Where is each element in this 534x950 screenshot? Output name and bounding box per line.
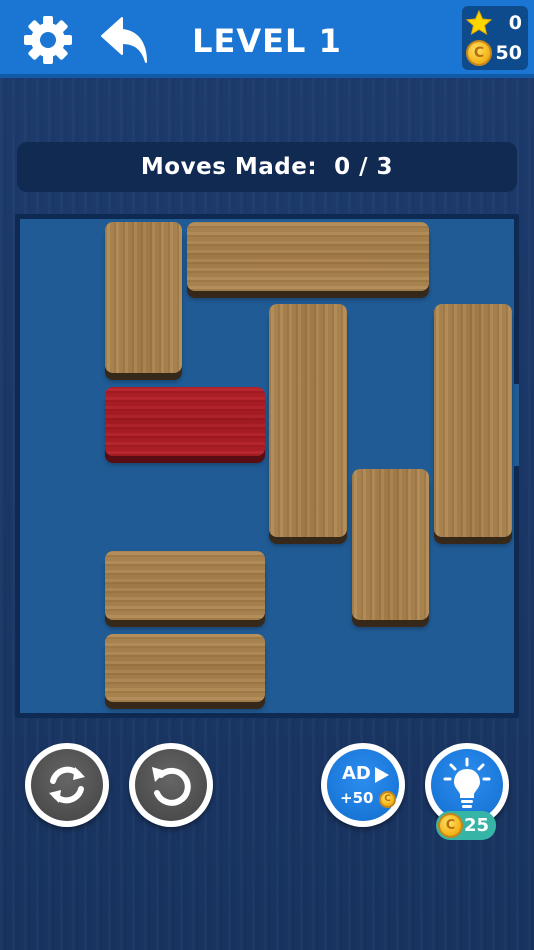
restart-button[interactable] <box>25 743 109 827</box>
moves-target: 3 <box>376 154 394 180</box>
wood-block-vertical[interactable] <box>434 304 512 537</box>
settings-button[interactable] <box>22 14 74 66</box>
back-button[interactable] <box>98 14 152 66</box>
watch-ad-button[interactable]: AD +50 C <box>321 743 405 827</box>
stars-value: 0 <box>508 12 522 34</box>
stars-counter: 0 <box>466 9 526 37</box>
level-title: LEVEL 1 <box>192 22 342 60</box>
hint-cost-badge: C 25 <box>436 811 496 840</box>
target-red-block[interactable] <box>105 387 265 456</box>
exit-gap <box>514 384 519 466</box>
star-icon <box>466 10 492 36</box>
gear-icon <box>24 16 72 64</box>
ad-label: AD <box>342 763 371 784</box>
stats-panel: 0 C 50 <box>462 6 528 70</box>
moves-made: 0 <box>334 154 351 180</box>
refresh-icon <box>49 766 85 804</box>
top-bar: LEVEL 1 0 C 50 <box>0 0 534 78</box>
wood-block-horizontal[interactable] <box>105 634 265 702</box>
coin-icon: C <box>438 813 463 838</box>
ad-reward: +50 <box>340 789 374 807</box>
wood-block-vertical[interactable] <box>269 304 347 537</box>
coins-counter: C 50 <box>466 39 526 67</box>
hint-cost: 25 <box>464 815 490 836</box>
coin-icon: C <box>379 791 396 808</box>
wood-block-vertical[interactable] <box>105 222 182 373</box>
moves-label: Moves Made: <box>140 154 318 180</box>
moves-separator: / <box>359 154 369 180</box>
coins-value: 50 <box>495 42 522 64</box>
coin-icon: C <box>466 40 492 66</box>
undo-button[interactable] <box>129 743 213 827</box>
play-icon <box>375 767 389 783</box>
undo-arrow-icon <box>101 17 147 63</box>
wood-block-horizontal[interactable] <box>105 551 265 620</box>
undo-icon <box>152 767 191 806</box>
wood-block-horizontal[interactable] <box>187 222 429 291</box>
wood-block-vertical[interactable] <box>352 469 429 620</box>
moves-panel: Moves Made: 0 / 3 <box>17 142 517 192</box>
